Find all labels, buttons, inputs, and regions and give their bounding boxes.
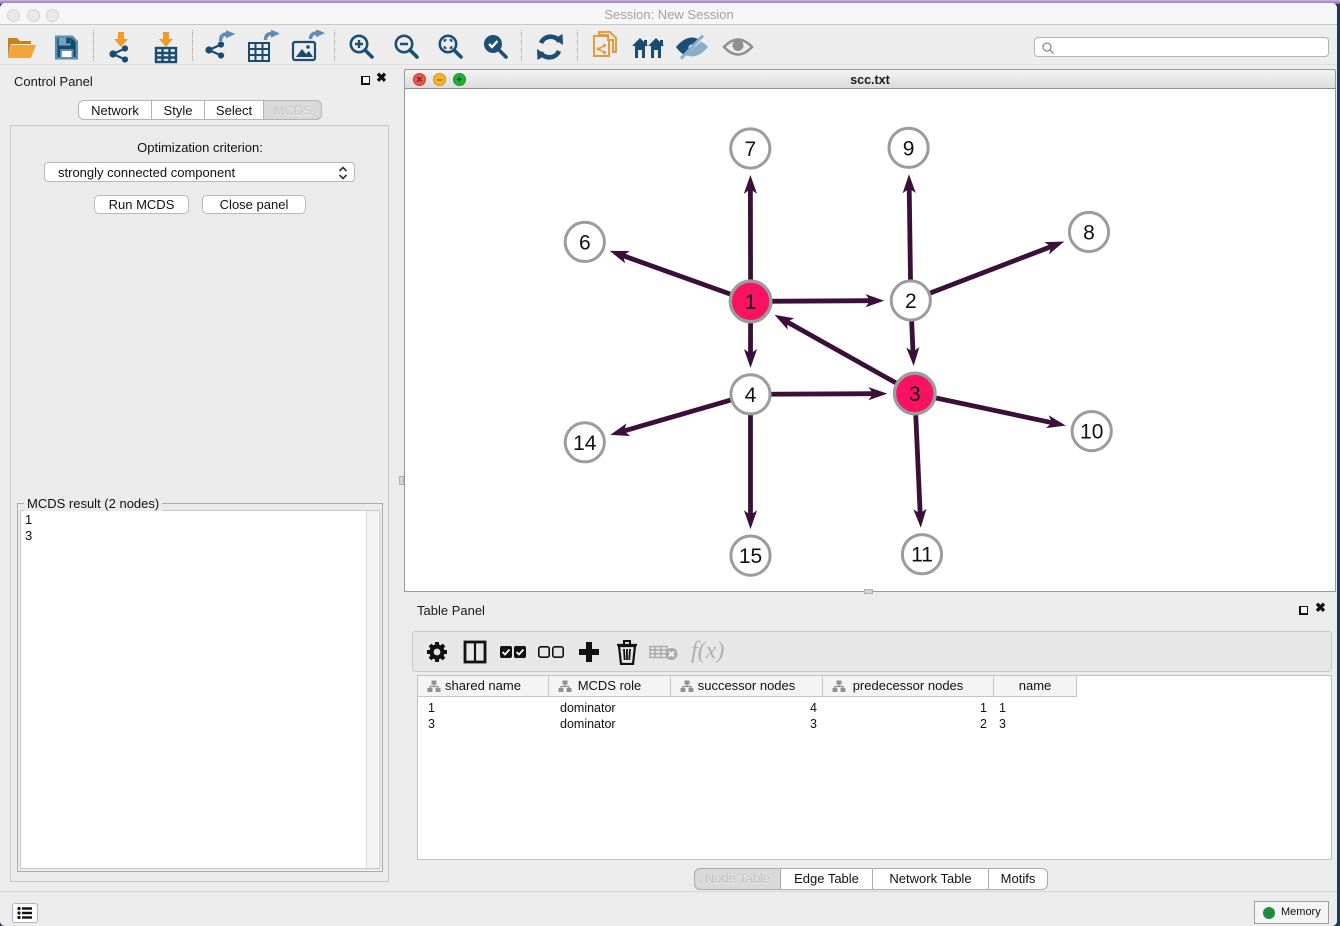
svg-text:2: 2 [905,290,917,313]
svg-text:3: 3 [909,383,921,406]
svg-text:6: 6 [579,231,591,254]
svg-text:8: 8 [1083,222,1095,245]
svg-text:10: 10 [1080,421,1103,444]
svg-text:9: 9 [903,137,915,160]
svg-text:14: 14 [573,432,597,455]
svg-text:7: 7 [744,138,756,161]
svg-text:11: 11 [911,544,933,567]
svg-text:15: 15 [739,545,762,568]
svg-text:1: 1 [745,291,757,314]
svg-text:4: 4 [745,384,757,407]
